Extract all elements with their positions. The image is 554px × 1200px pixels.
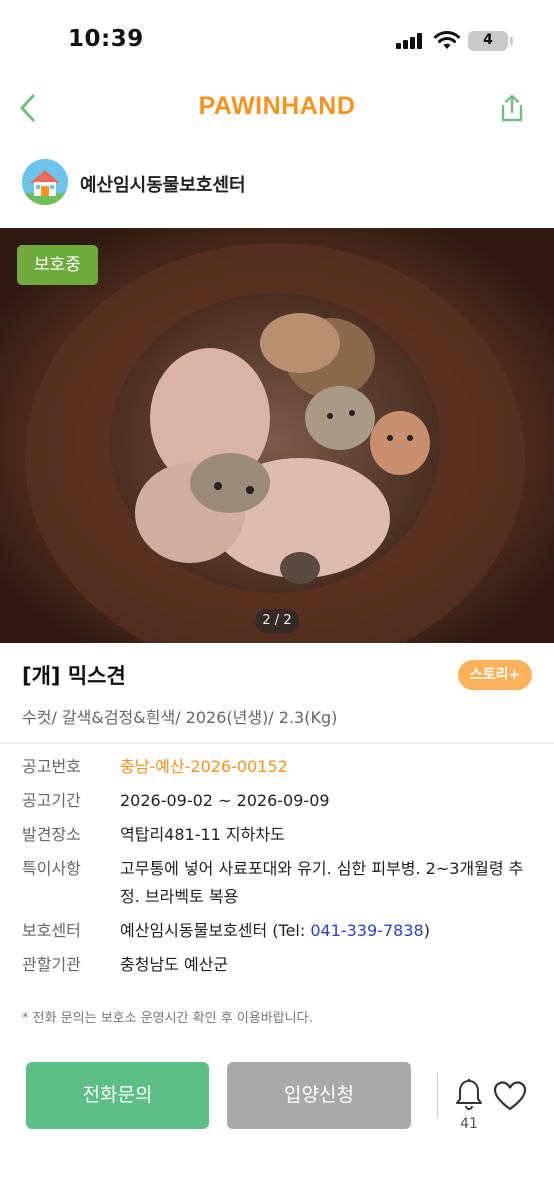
detail-row-found-place: 발견장소 역탑리481-11 지하차도 xyxy=(22,821,532,849)
status-bar: 10:39 4 xyxy=(0,0,554,76)
detail-row-agency: 관할기관 충청남도 예산군 xyxy=(22,951,532,979)
brand-logo[interactable]: PAWINHAND xyxy=(0,92,554,121)
detail-row-notice-number: 공고번호 충남-예산-2026-00152 xyxy=(22,753,532,781)
notice-period-value: 2026-09-02 ~ 2026-09-09 xyxy=(120,791,330,810)
detail-label: 관할기관 xyxy=(22,955,81,974)
found-place-value: 역탑리481-11 지하차도 xyxy=(120,825,285,844)
animal-photo[interactable] xyxy=(0,228,554,643)
shelter-row[interactable]: 예산임시동물보호센터 xyxy=(0,156,554,210)
bell-count: 41 xyxy=(460,1116,478,1132)
shelter-avatar xyxy=(22,159,68,205)
shelter-name: 예산임시동물보호센터 xyxy=(80,175,246,196)
call-notice: * 전화 문의는 보호소 운영시간 확인 후 이용바랍니다. xyxy=(22,1011,313,1026)
notice-number-value: 충남-예산-2026-00152 xyxy=(120,757,288,776)
bell-icon[interactable] xyxy=(454,1078,484,1112)
story-button[interactable]: 스토리+ xyxy=(458,660,532,690)
battery-icon: 4 xyxy=(468,31,508,51)
photo-page-indicator: 2 / 2 xyxy=(255,609,299,633)
detail-label: 특이사항 xyxy=(22,859,81,878)
shelter-contact-prefix: 예산임시동물보호센터 (Tel: xyxy=(120,921,311,940)
heart-icon[interactable] xyxy=(493,1080,527,1112)
detail-row-notice-period: 공고기간 2026-09-02 ~ 2026-09-09 xyxy=(22,787,532,815)
battery-level-text: 4 xyxy=(483,32,493,48)
cellular-signal-icon xyxy=(396,33,426,49)
detail-label: 보호센터 xyxy=(22,921,81,940)
special-notes-value: 고무통에 넣어 사료포대와 유기. 심한 피부병. 2~3개월령 추정. 브라벡… xyxy=(120,859,524,906)
detail-row-shelter: 보호센터 예산임시동물보호센터 (Tel: 041-339-7838) xyxy=(22,917,532,945)
detail-row-special-notes: 특이사항 고무통에 넣어 사료포대와 유기. 심한 피부병. 2~3개월령 추정… xyxy=(22,855,532,911)
call-button[interactable]: 전화문의 xyxy=(26,1062,209,1129)
detail-label: 공고번호 xyxy=(22,757,81,776)
animal-title: [개] 믹스견 xyxy=(22,664,126,688)
wifi-icon xyxy=(434,31,460,49)
detail-label: 공고기간 xyxy=(22,791,81,810)
tel-link[interactable]: 041-339-7838 xyxy=(310,921,423,940)
shelter-house-icon xyxy=(22,159,68,205)
shelter-contact-value: 예산임시동물보호센터 (Tel: 041-339-7838) xyxy=(120,917,532,945)
share-icon xyxy=(501,94,523,122)
action-divider xyxy=(437,1073,438,1118)
share-button[interactable] xyxy=(492,88,532,128)
detail-list: 공고번호 충남-예산-2026-00152 공고기간 2026-09-02 ~ … xyxy=(22,753,532,985)
battery-tip xyxy=(510,37,513,45)
status-time: 10:39 xyxy=(68,26,144,52)
detail-label: 발견장소 xyxy=(22,825,81,844)
adopt-button[interactable]: 입양신청 xyxy=(227,1062,411,1129)
status-badge: 보호중 xyxy=(17,245,98,285)
agency-value: 충청남도 예산군 xyxy=(120,955,229,974)
animal-photo-illustration xyxy=(0,228,554,643)
animal-summary: 수컷/ 갈색&검정&흰색/ 2026(년생)/ 2.3(Kg) xyxy=(22,708,338,727)
top-nav: PAWINHAND xyxy=(0,80,554,136)
shelter-contact-suffix: ) xyxy=(423,921,430,940)
section-divider xyxy=(0,743,554,744)
